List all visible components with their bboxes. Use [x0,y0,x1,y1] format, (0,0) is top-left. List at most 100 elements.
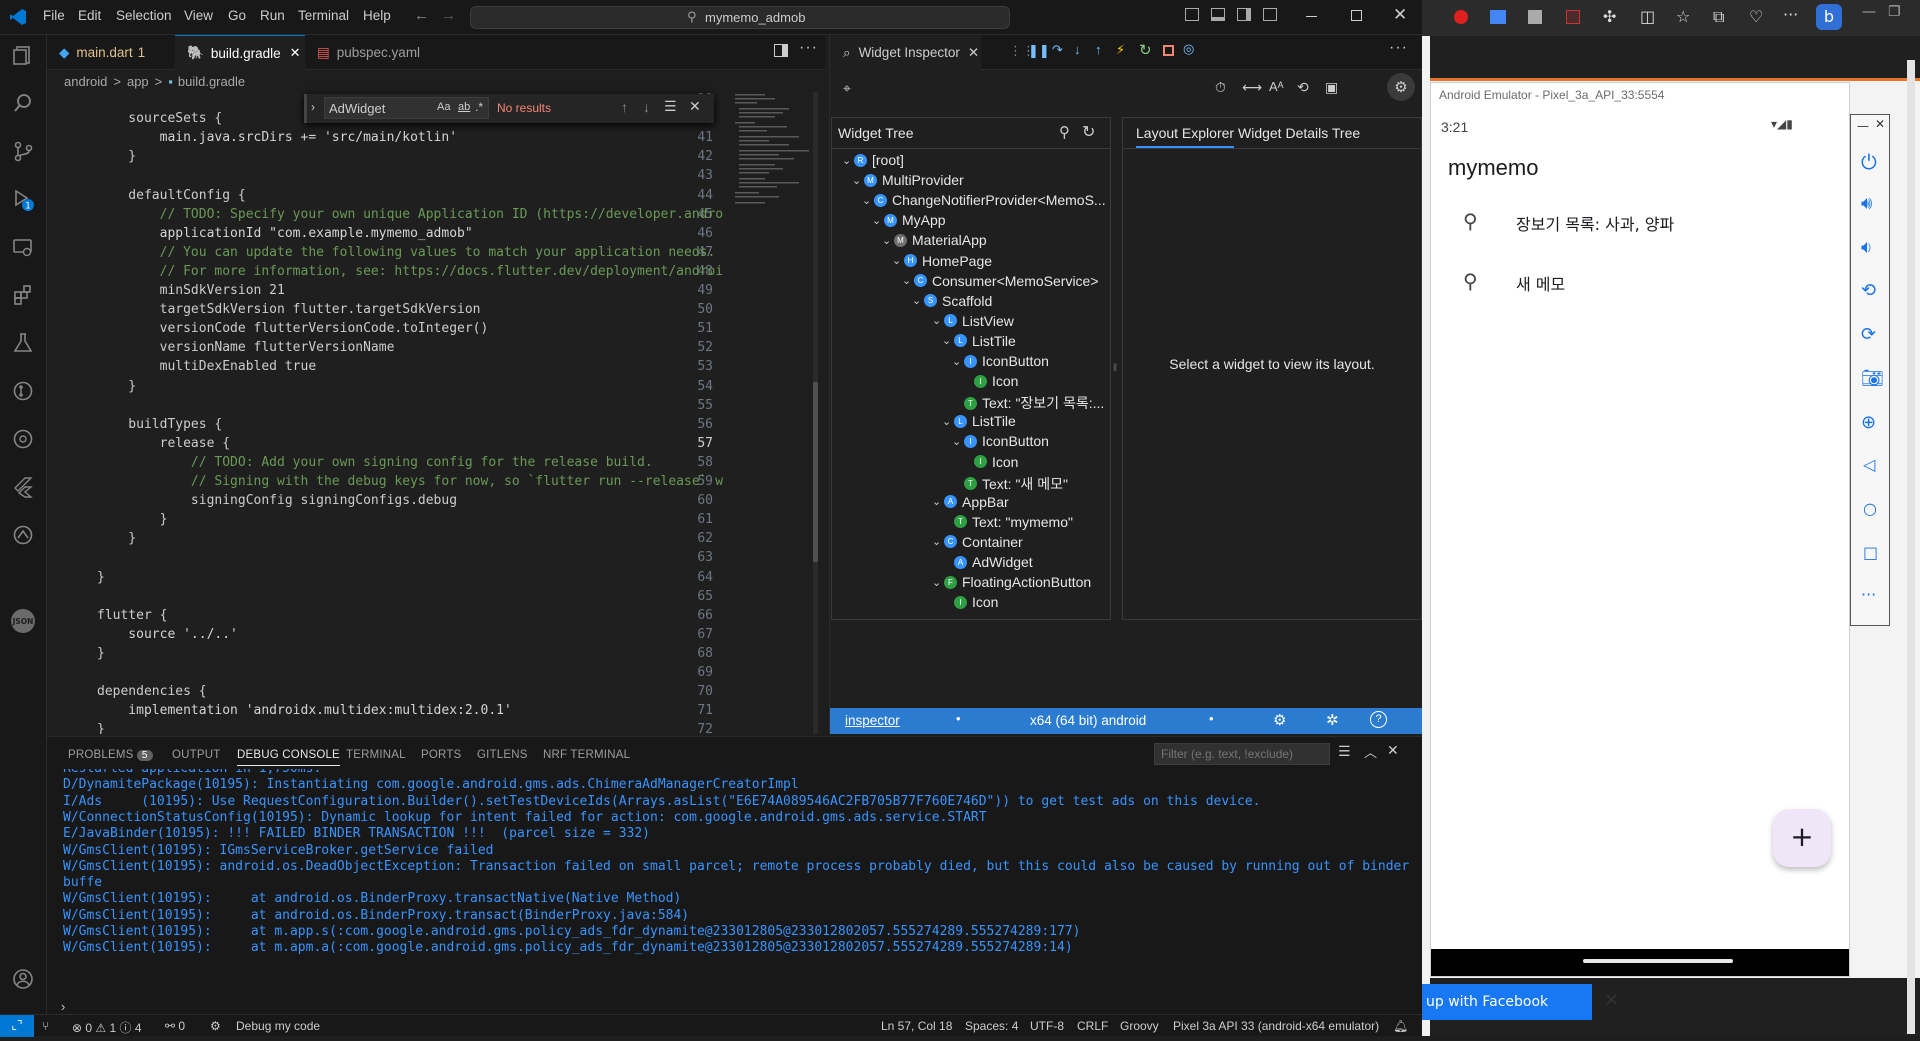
widget-tree-node[interactable]: T Text: "mymemo" [942,514,1073,530]
tab-main-dart[interactable]: ◆ main.dart 1 [47,35,175,70]
tab-widget-inspector[interactable]: ⌕ Widget Inspector ✕ [829,35,981,70]
translate-icon[interactable] [1490,10,1506,24]
widget-tree-node[interactable]: I Icon [962,373,1018,389]
list-item[interactable]: ⚲ 장보기 목록: 사과, 양파 [1431,197,1849,253]
expand-chevron-icon[interactable]: ⌄ [932,314,944,327]
end-of-line[interactable]: CRLF [1077,1019,1108,1033]
match-whole-word-icon[interactable]: ab [458,101,470,113]
extensions-puzzle-icon[interactable]: ✣ [1603,7,1616,26]
toggle-replace-chevron-icon[interactable]: › [311,100,315,114]
run-debug-icon[interactable]: 1 [8,185,38,215]
widget-tree-node[interactable]: ⌄ A AppBar [932,494,1009,510]
debug-config-label[interactable]: Debug my code [236,1019,320,1033]
panel-tab-debug-console[interactable]: DEBUG CONSOLE [237,749,340,766]
select-widget-mode-icon[interactable]: ⌖ [843,80,851,97]
more-actions-icon[interactable]: ··· [799,39,818,57]
widget-tree-node[interactable]: ⌄ C ChangeNotifierProvider<MemoS... [862,192,1106,208]
cursor-position[interactable]: Ln 57, Col 18 [881,1019,952,1033]
panel-tab-gitlens[interactable]: GITLENS [477,749,528,761]
expand-chevron-icon[interactable]: ⌄ [942,334,954,347]
step-out-icon[interactable]: ↑ [1095,42,1102,57]
back-arrow-icon[interactable]: ← [414,7,429,24]
widget-tree-node[interactable]: ⌄ S Scaffold [912,293,992,309]
widget-tree-node[interactable]: ⌄ C Container [932,534,1023,550]
expand-chevron-icon[interactable]: ⌄ [862,194,874,207]
toggle-panel-icon[interactable] [1211,8,1225,21]
widget-tree-node[interactable]: I Icon [962,454,1018,470]
overview-icon[interactable]: □ [1863,543,1878,562]
close-tab-icon[interactable]: ✕ [968,45,979,61]
flutter-device[interactable]: Pixel 3a API 33 (android-x64 emulator) [1173,1019,1379,1033]
account-icon[interactable] [8,964,38,994]
devtools-icon[interactable]: ◎ [1183,41,1194,57]
command-center[interactable]: ⚲ mymemo_admob [470,6,1010,29]
encoding[interactable]: UTF-8 [1030,1019,1064,1033]
extension-red-icon[interactable] [1454,10,1468,24]
toggle-sidebar-icon[interactable] [1185,8,1199,21]
facebook-signup-button[interactable]: up with Facebook [1422,984,1592,1020]
menu-help[interactable]: Help [363,8,391,23]
widget-tree-node[interactable]: I Icon [942,594,998,610]
indentation[interactable]: Spaces: 4 [965,1019,1018,1033]
highlight-images-icon[interactable]: ▣ [1325,79,1338,96]
toggle-secondary-sidebar-icon[interactable] [1237,8,1251,21]
ports-indicator[interactable]: ⚯ 0 [165,1019,185,1033]
widget-tree-node[interactable]: ⌄ H HomePage [892,253,992,269]
rotate-right-icon[interactable]: ⟳ [1861,324,1876,345]
menu-selection[interactable]: Selection [116,8,172,23]
expand-chevron-icon[interactable]: ⌄ [842,154,854,167]
expand-chevron-icon[interactable]: ⌄ [872,214,884,227]
bing-copilot-icon[interactable]: b [1816,4,1842,30]
expand-chevron-icon[interactable]: ⌄ [912,294,924,307]
flutter-icon[interactable] [8,472,38,502]
minimap[interactable] [733,92,818,734]
home-gesture-handle[interactable] [1583,959,1733,963]
debug-bug-icon[interactable]: ✲ [1326,711,1339,729]
maximize-panel-icon[interactable]: ︿ [1364,742,1377,761]
code-editor[interactable]: 3940414243444546474849505152535455565758… [47,92,727,734]
source-control-icon[interactable] [8,136,38,166]
hot-reload-icon[interactable]: ⚡ [1116,42,1125,58]
widget-tree-node[interactable]: ⌄ I IconButton [952,433,1049,449]
problems-summary[interactable]: ⊗ 0 ⚠ 1 ⓘ 4 [72,1019,142,1036]
more-icon[interactable]: ··· [1783,5,1798,24]
more-options-icon[interactable]: ··· [1861,585,1876,604]
widget-tree-node[interactable]: ⌄ R [root] [842,152,904,168]
extensions-icon[interactable] [8,280,38,310]
next-match-icon[interactable]: ↓ [643,99,650,115]
menu-view[interactable]: View [184,8,213,23]
show-baselines-icon[interactable]: Aᴬ [1269,79,1284,94]
widget-tree-node[interactable]: A AdWidget [942,554,1033,570]
expand-chevron-icon[interactable]: ⌄ [852,174,864,187]
explorer-icon[interactable] [8,40,38,70]
close-banner-icon[interactable]: ✕ [1604,990,1619,1011]
menu-go[interactable]: Go [228,8,246,23]
stop-icon[interactable] [1163,45,1174,56]
split-screen-icon[interactable]: ◫ [1640,7,1655,26]
expand-chevron-icon[interactable]: ⌄ [952,355,964,368]
split-editor-icon[interactable] [774,44,788,57]
camera-icon[interactable]: 📷︎ [1861,368,1884,389]
inspector-settings-icon[interactable]: ⚙ [1387,73,1415,101]
search-icon[interactable]: ⚲ [1059,123,1070,141]
widget-tree-node[interactable]: ⌄ F FloatingActionButton [932,574,1091,590]
expand-chevron-icon[interactable]: ⌄ [902,274,914,287]
zoom-icon[interactable]: ⊕ [1861,412,1876,433]
minimize-icon[interactable]: — [1862,4,1876,20]
close-panel-icon[interactable]: ✕ [1387,742,1399,759]
help-icon[interactable]: ? [1370,711,1387,728]
step-into-icon[interactable]: ↓ [1074,42,1081,57]
splitter-handle[interactable]: ‖ [1113,117,1121,620]
expand-chevron-icon[interactable]: ⌄ [882,234,894,247]
panel-tab-nrf-terminal[interactable]: NRF TERMINAL [543,749,630,761]
expand-chevron-icon[interactable]: ⌄ [932,576,944,589]
expand-chevron-icon[interactable]: ⌄ [942,415,954,428]
tab-build-gradle[interactable]: 🐘 build.gradle ✕ [175,35,305,70]
widget-tree-node[interactable]: T Text: "새 메모" [952,474,1068,494]
expand-chevron-icon[interactable]: ⌄ [892,254,904,267]
widget-tree-node[interactable]: ⌄ C Consumer<MemoService> [902,273,1099,289]
highlight-repaints-icon[interactable]: ⟲ [1297,79,1309,96]
list-item[interactable]: ⚲ 새 메모 [1431,257,1849,313]
widget-tree-node[interactable]: ⌄ L ListTile [942,413,1016,429]
panel-tab-problems[interactable]: PROBLEMS 5 [68,749,153,761]
